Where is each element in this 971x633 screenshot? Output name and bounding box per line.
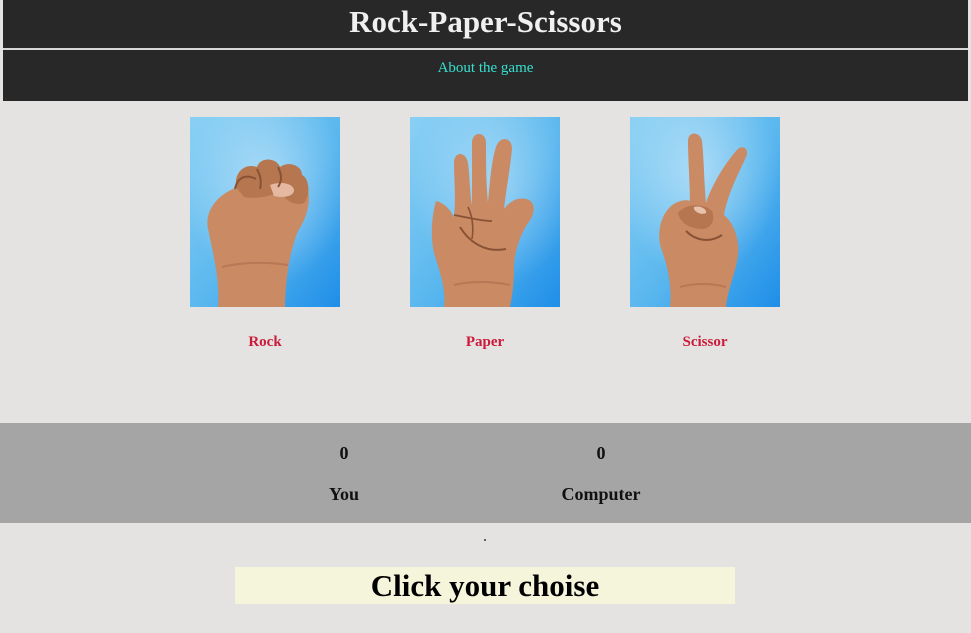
- choice-rock[interactable]: Rock: [190, 117, 340, 350]
- choice-rock-label[interactable]: Rock: [190, 333, 340, 351]
- choice-scissor-label[interactable]: Scissor: [630, 333, 780, 351]
- scissors-hand-icon[interactable]: [630, 117, 780, 307]
- rock-hand-icon[interactable]: [190, 117, 340, 307]
- page-title: Rock-Paper-Scissors: [349, 4, 622, 39]
- about-game-link[interactable]: About the game: [3, 59, 968, 77]
- result-indicator: [484, 539, 486, 541]
- score-you-value: 0: [339, 443, 349, 463]
- choice-paper-label[interactable]: Paper: [410, 333, 560, 351]
- header-divider: [3, 48, 968, 50]
- score-you-label: You: [328, 484, 359, 504]
- header-bar: Rock-Paper-Scissors About the game: [3, 0, 968, 101]
- score-computer-label: Computer: [561, 484, 641, 504]
- paper-hand-icon[interactable]: [410, 117, 560, 307]
- choice-scissor[interactable]: Scissor: [630, 117, 780, 350]
- scoreboard: 0 You 0 Computer: [0, 423, 971, 523]
- choice-paper[interactable]: Paper: [410, 117, 560, 350]
- message-box: Click your choise: [235, 567, 735, 604]
- score-computer-value: 0: [596, 443, 606, 463]
